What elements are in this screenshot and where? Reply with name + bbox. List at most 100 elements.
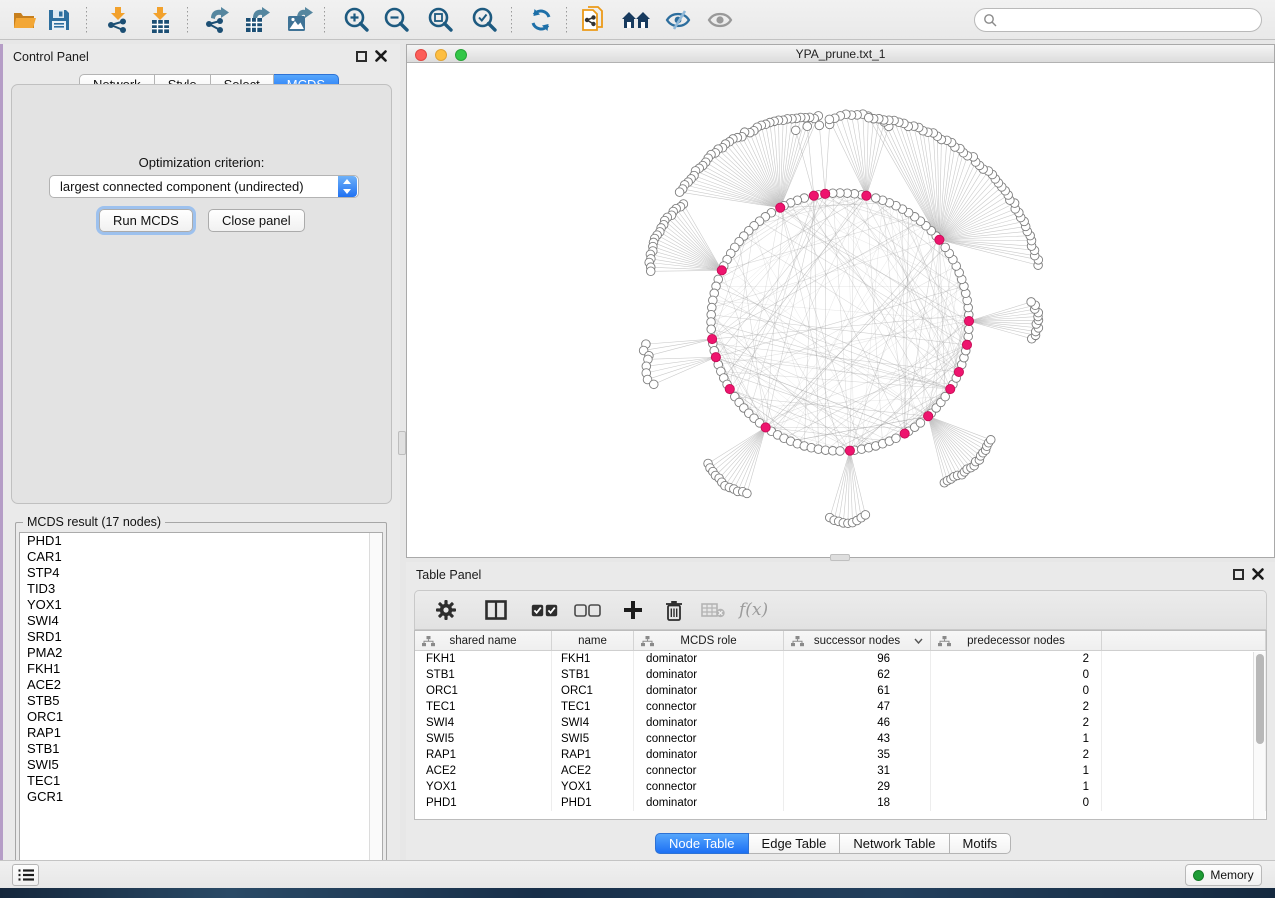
column-header-predecessor-nodes[interactable]: predecessor nodes (931, 631, 1102, 650)
task-history-button[interactable] (12, 864, 39, 886)
table-row[interactable]: SWI4SWI4dominator462 (415, 715, 1266, 731)
mcds-result-item[interactable]: PHD1 (20, 533, 382, 549)
network-node[interactable] (941, 243, 950, 252)
export-image-button[interactable] (282, 4, 316, 36)
zoom-fit-button[interactable] (423, 4, 457, 36)
show-graphics-details-button[interactable] (703, 4, 737, 36)
tab-network-table[interactable]: Network Table (840, 833, 949, 854)
table-row[interactable]: TEC1TEC1connector472 (415, 699, 1266, 715)
mcds-result-item[interactable]: FKH1 (20, 661, 382, 677)
mcds-node[interactable] (711, 353, 720, 362)
table-row[interactable]: SWI5SWI5connector431 (415, 731, 1266, 747)
mcds-result-item[interactable]: STB1 (20, 741, 382, 757)
tab-edge-table[interactable]: Edge Table (749, 833, 841, 854)
save-session-button[interactable] (42, 4, 76, 36)
mcds-node[interactable] (954, 367, 963, 376)
search-field[interactable] (974, 8, 1262, 32)
mcds-list-scrollbar[interactable] (369, 533, 382, 885)
deselect-all-button[interactable] (574, 595, 601, 625)
network-node[interactable] (707, 325, 716, 334)
float-table-panel-button[interactable] (1233, 569, 1244, 580)
mcds-result-item[interactable]: SWI5 (20, 757, 382, 773)
close-panel-button-mcds[interactable]: Close panel (208, 209, 305, 232)
table-scrollbar[interactable] (1253, 652, 1265, 820)
vertical-splitter-handle[interactable] (398, 431, 406, 455)
mcds-result-item[interactable]: SWI4 (20, 613, 382, 629)
show-column-panel-button[interactable] (485, 595, 507, 625)
mcds-result-item[interactable]: TID3 (20, 581, 382, 597)
delete-column-button[interactable] (665, 595, 683, 625)
mcds-result-item[interactable]: YOX1 (20, 597, 382, 613)
network-node[interactable] (964, 325, 973, 334)
mcds-result-item[interactable]: TEC1 (20, 773, 382, 789)
table-row[interactable]: RAP1RAP1dominator352 (415, 747, 1266, 763)
network-node[interactable] (646, 267, 655, 276)
network-node[interactable] (743, 489, 752, 498)
float-panel-button[interactable] (356, 51, 367, 62)
network-window-titlebar[interactable]: YPA_prune.txt_1 (407, 45, 1274, 63)
network-node[interactable] (649, 380, 658, 389)
network-node[interactable] (836, 447, 845, 456)
table-settings-button[interactable] (435, 595, 457, 625)
mcds-result-item[interactable]: STP4 (20, 565, 382, 581)
column-header-successor-nodes[interactable]: successor nodes (784, 631, 931, 650)
table-row[interactable]: STB1STB1dominator620 (415, 667, 1266, 683)
clone-network-button[interactable] (577, 4, 611, 36)
network-node[interactable] (815, 121, 824, 130)
create-column-button[interactable] (623, 595, 643, 625)
mcds-node[interactable] (708, 334, 717, 343)
mcds-node[interactable] (761, 423, 770, 432)
mcds-result-item[interactable]: SRD1 (20, 629, 382, 645)
zoom-out-button[interactable] (379, 4, 413, 36)
mcds-node[interactable] (900, 429, 909, 438)
column-header-shared-name[interactable]: shared name (415, 631, 552, 650)
delete-table-button[interactable] (701, 595, 725, 625)
export-network-button[interactable] (200, 4, 234, 36)
network-node[interactable] (675, 188, 684, 197)
mcds-node[interactable] (862, 191, 871, 200)
table-scrollbar-thumb[interactable] (1256, 654, 1264, 744)
network-node[interactable] (803, 122, 812, 131)
mcds-result-item[interactable]: PMA2 (20, 645, 382, 661)
optimization-criterion-select[interactable]: largest connected component (undirected) (49, 175, 359, 198)
mcds-result-item[interactable]: CAR1 (20, 549, 382, 565)
network-node[interactable] (864, 113, 873, 122)
mcds-node[interactable] (924, 412, 933, 421)
mcds-node[interactable] (962, 340, 971, 349)
table-row[interactable]: ACE2ACE2connector311 (415, 763, 1266, 779)
mcds-node[interactable] (717, 266, 726, 275)
mcds-result-item[interactable]: ACE2 (20, 677, 382, 693)
function-builder-button[interactable]: f(x) (739, 600, 768, 620)
zoom-selected-button[interactable] (467, 4, 501, 36)
column-header-name[interactable]: name (552, 631, 634, 650)
network-node[interactable] (791, 126, 800, 135)
table-row[interactable]: ORC1ORC1dominator610 (415, 683, 1266, 699)
mcds-node[interactable] (725, 384, 734, 393)
mcds-node[interactable] (845, 446, 854, 455)
network-node[interactable] (1027, 298, 1036, 307)
mcds-result-item[interactable]: STB5 (20, 693, 382, 709)
network-node[interactable] (861, 511, 870, 520)
network-node[interactable] (892, 434, 901, 443)
zoom-in-button[interactable] (339, 4, 373, 36)
import-network-button[interactable] (101, 4, 135, 36)
mcds-node[interactable] (776, 203, 785, 212)
memory-button[interactable]: Memory (1185, 864, 1262, 886)
mcds-result-item[interactable]: RAP1 (20, 725, 382, 741)
mcds-node[interactable] (821, 189, 830, 198)
network-node[interactable] (986, 436, 995, 445)
mcds-result-list[interactable]: PHD1CAR1STP4TID3YOX1SWI4SRD1PMA2FKH1ACE2… (19, 532, 383, 886)
network-node[interactable] (825, 115, 834, 124)
birdseye-view-button[interactable] (619, 4, 653, 36)
hide-graphics-details-button[interactable] (661, 4, 695, 36)
close-table-panel-button[interactable] (1251, 567, 1265, 581)
mcds-node[interactable] (964, 316, 973, 325)
table-row[interactable]: FKH1FKH1dominator962 (415, 651, 1266, 667)
column-header-MCDS-role[interactable]: MCDS role (634, 631, 784, 650)
mcds-result-item[interactable]: GCR1 (20, 789, 382, 805)
mcds-node[interactable] (809, 191, 818, 200)
mcds-node[interactable] (946, 384, 955, 393)
table-row[interactable]: PHD1PHD1dominator180 (415, 795, 1266, 811)
search-input[interactable] (997, 10, 1261, 30)
horizontal-splitter-handle[interactable] (830, 554, 850, 561)
